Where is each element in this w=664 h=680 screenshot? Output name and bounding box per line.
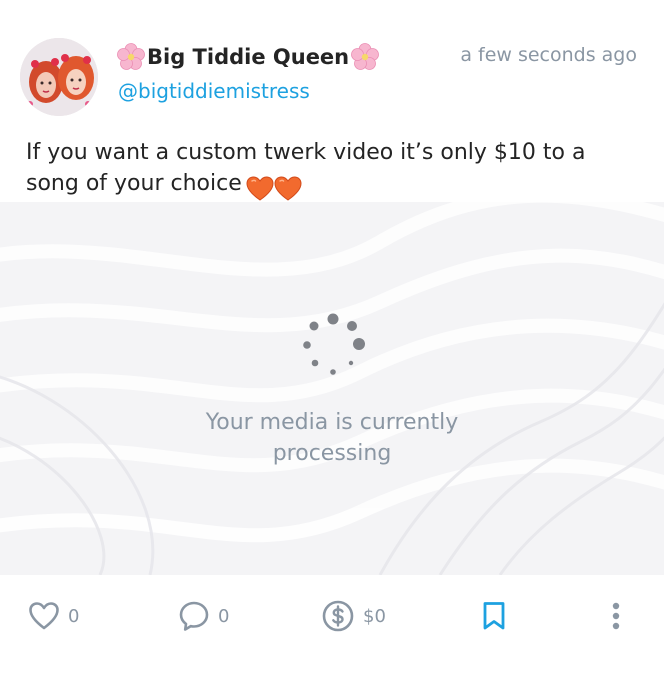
post-text-content: If you want a custom twerk video it’s on… bbox=[26, 140, 586, 196]
cherry-blossom-icon bbox=[116, 42, 146, 72]
comment-count: 0 bbox=[218, 605, 230, 627]
loading-spinner-icon bbox=[303, 313, 365, 375]
dollar-circle-icon bbox=[322, 600, 354, 632]
action-bar: 0 0 $0 bbox=[0, 575, 664, 680]
more-options-button[interactable] bbox=[606, 599, 626, 633]
media-status-line-1: Your media is currently bbox=[205, 410, 459, 435]
bookmark-button[interactable] bbox=[480, 599, 508, 633]
tip-amount: $0 bbox=[363, 605, 386, 627]
post-text: If you want a custom twerk video it’s on… bbox=[26, 137, 636, 204]
media-placeholder[interactable]: Your media is currently processing bbox=[0, 202, 664, 575]
tip-button[interactable]: $0 bbox=[321, 599, 386, 633]
display-name-text[interactable]: Big Tiddie Queen bbox=[147, 45, 349, 69]
avatar[interactable] bbox=[20, 38, 98, 116]
orange-heart-emojis bbox=[246, 173, 302, 204]
orange-heart-icon bbox=[274, 176, 302, 201]
display-name[interactable]: Big Tiddie Queen bbox=[115, 40, 381, 74]
bookmark-icon bbox=[483, 602, 505, 630]
orange-heart-icon bbox=[246, 176, 274, 201]
post-timestamp[interactable]: a few seconds ago bbox=[460, 44, 637, 66]
comment-button[interactable]: 0 bbox=[178, 599, 229, 633]
speech-bubble-icon bbox=[179, 601, 209, 631]
post-card: Big Tiddie Queen @bigtiddiemistress a fe… bbox=[0, 0, 664, 680]
heart-outline-icon bbox=[29, 602, 59, 630]
vertical-ellipsis-icon bbox=[612, 602, 620, 630]
user-handle[interactable]: @bigtiddiemistress bbox=[118, 79, 310, 103]
media-status-line-2: processing bbox=[272, 441, 392, 466]
cherry-blossom-icon bbox=[350, 42, 380, 72]
like-button[interactable]: 0 bbox=[28, 599, 79, 633]
like-count: 0 bbox=[68, 605, 80, 627]
media-status-message: Your media is currently processing bbox=[0, 407, 664, 469]
